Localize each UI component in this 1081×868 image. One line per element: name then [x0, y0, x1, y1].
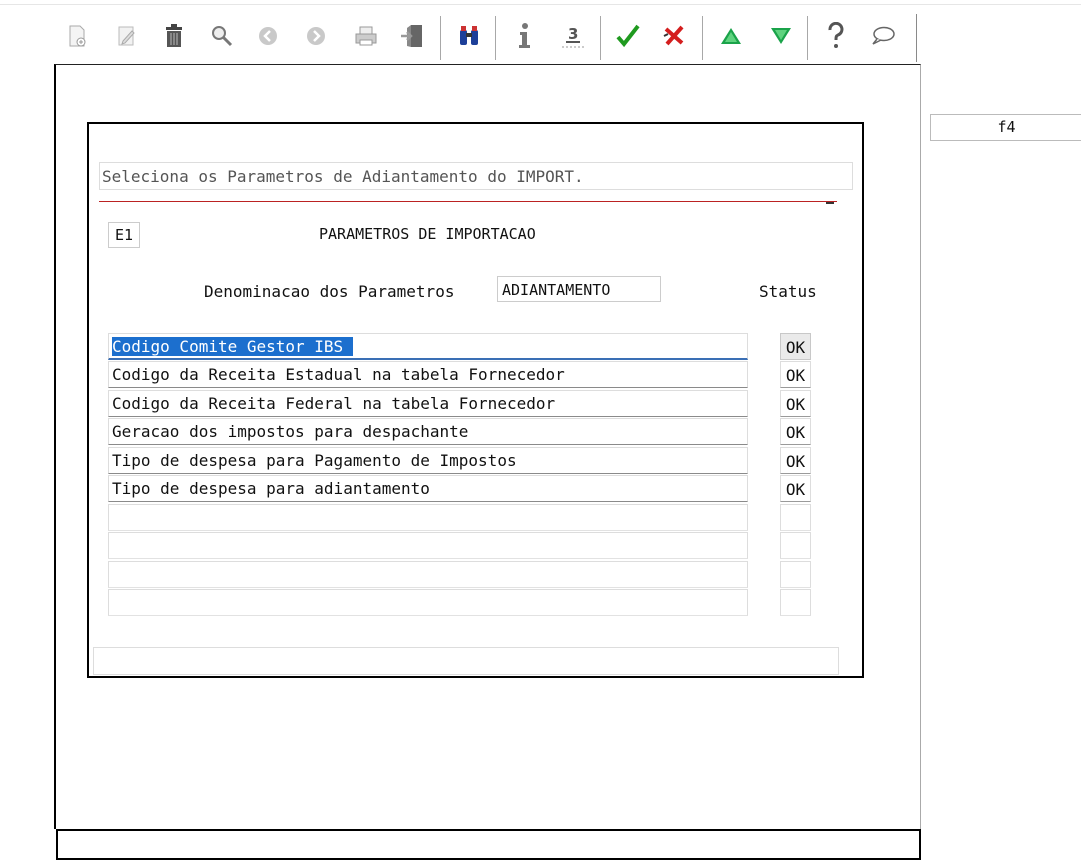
status-cell[interactable]	[780, 504, 811, 531]
list-item-label: Tipo de despesa para Pagamento de Impost…	[112, 451, 517, 470]
list-item[interactable]: Tipo de despesa para Pagamento de Impost…	[108, 447, 748, 474]
toolbar-edge	[916, 14, 917, 62]
cursor-mark	[826, 202, 834, 204]
list-item[interactable]	[108, 561, 748, 588]
status-ok-button[interactable]: OK	[780, 361, 811, 388]
f4-button[interactable]: f4	[930, 114, 1081, 141]
circle-left-icon[interactable]	[255, 22, 281, 50]
list-item[interactable]: Codigo da Receita Estadual na tabela For…	[108, 361, 748, 388]
status-ok-button[interactable]: OK	[780, 447, 811, 474]
speech-bubble-icon[interactable]	[870, 22, 896, 50]
checkmark-icon[interactable]	[615, 22, 641, 50]
list-item[interactable]: Codigo da Receita Federal na tabela Forn…	[108, 390, 748, 417]
status-ok-button[interactable]: OK	[780, 390, 811, 417]
list-item-label: Codigo Comite Gestor IBS	[112, 337, 354, 356]
list-item-label: Geracao dos impostos para despachante	[112, 422, 469, 441]
message-field	[93, 647, 839, 675]
status-cell[interactable]	[780, 589, 811, 616]
list-item[interactable]	[108, 589, 748, 616]
list-item[interactable]	[108, 532, 748, 559]
magnifier-icon[interactable]	[209, 22, 235, 50]
page-title: PARAMETROS DE IMPORTACAO	[319, 225, 536, 243]
circle-right-icon[interactable]	[303, 22, 329, 50]
triangle-up-icon[interactable]	[718, 22, 744, 50]
list-item-label: Tipo de despesa para adiantamento	[112, 479, 430, 498]
status-cell[interactable]	[780, 532, 811, 559]
panel-header: Seleciona os Parametros de Adiantamento …	[102, 167, 584, 186]
new-document-icon[interactable]	[64, 22, 90, 50]
list-item[interactable]	[108, 504, 748, 531]
question-mark-icon[interactable]	[823, 22, 849, 50]
status-cell[interactable]	[780, 561, 811, 588]
list-item[interactable]: Codigo Comite Gestor IBS	[108, 333, 748, 360]
screen-code: E1	[108, 222, 140, 248]
denominacao-label: Denominacao dos Parametros	[204, 282, 455, 301]
svg-text:3: 3	[568, 25, 578, 43]
status-ok-button[interactable]: OK	[780, 333, 811, 360]
top-border	[0, 4, 1081, 5]
denominacao-field[interactable]: ADIANTAMENTO	[497, 276, 661, 302]
status-bar	[56, 829, 921, 860]
list-item[interactable]: Tipo de despesa para adiantamento	[108, 475, 748, 502]
divider	[99, 201, 837, 202]
status-ok-button[interactable]: OK	[780, 418, 811, 445]
numeric-3-icon[interactable]: 3	[560, 22, 586, 50]
exit-door-icon[interactable]	[400, 22, 426, 50]
binoculars-icon[interactable]	[456, 22, 482, 50]
status-column-header: Status	[759, 282, 817, 301]
list-item-label: Codigo da Receita Estadual na tabela For…	[112, 365, 565, 384]
info-icon[interactable]	[511, 22, 537, 50]
pencil-icon[interactable]	[114, 22, 140, 50]
status-ok-button[interactable]: OK	[780, 475, 811, 502]
list-item[interactable]: Geracao dos impostos para despachante	[108, 418, 748, 445]
cross-icon[interactable]	[661, 22, 687, 50]
list-item-label: Codigo da Receita Federal na tabela Forn…	[112, 394, 556, 413]
trash-icon[interactable]	[161, 22, 187, 50]
triangle-down-icon[interactable]	[768, 22, 794, 50]
printer-icon[interactable]	[353, 22, 379, 50]
toolbar: 3	[60, 14, 918, 60]
parameters-panel: Seleciona os Parametros de Adiantamento …	[87, 122, 864, 678]
